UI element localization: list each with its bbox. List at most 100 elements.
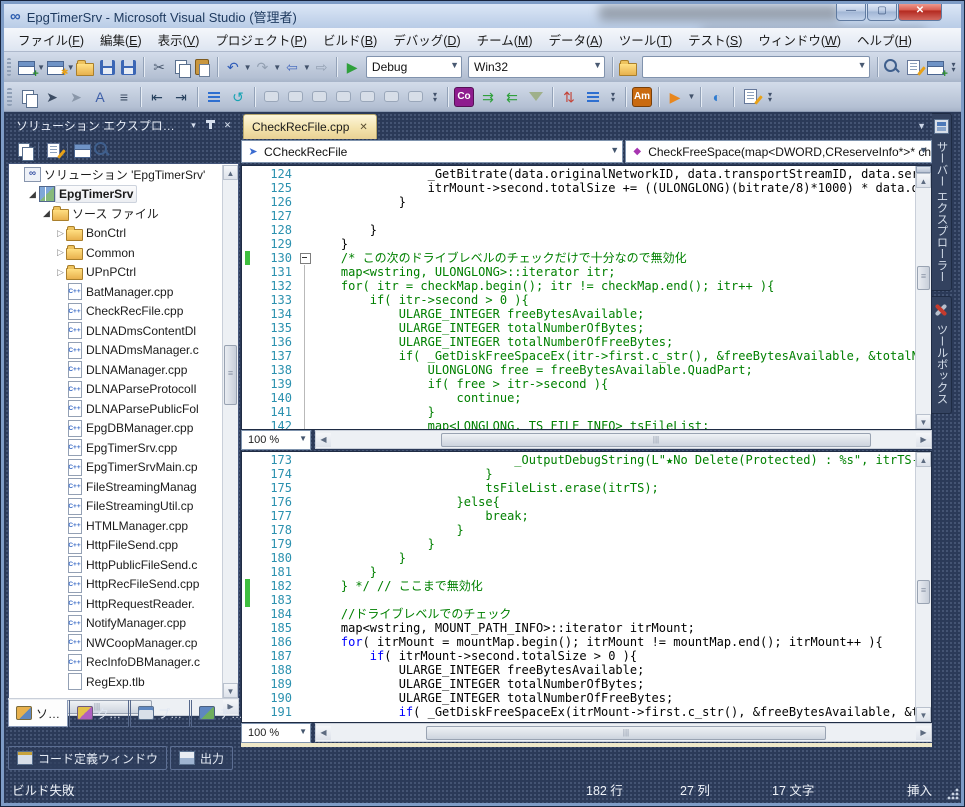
tree-item-nwcoopmanagercp[interactable]: C++NWCoopManager.cp <box>9 633 223 653</box>
breakpoints-icon[interactable]: ⇅ <box>558 86 580 108</box>
document-list-dropdown-icon[interactable]: ▼ <box>917 121 926 131</box>
types-dropdown[interactable]: ➤ CCheckRecFile ▼ <box>241 140 623 163</box>
scroll-down-icon[interactable]: ▼ <box>223 683 238 698</box>
menu-item-w[interactable]: ウィンドウ(W) <box>750 27 849 52</box>
tree-item-epgtimersrvmaincp[interactable]: C++EpgTimerSrvMain.cp <box>9 458 223 478</box>
tree-item-httprequestreader[interactable]: C++HttpRequestReader. <box>9 594 223 614</box>
tree-item-filestreamingutilcp[interactable]: C++FileStreamingUtil.cp <box>9 497 223 517</box>
bookmark-5-icon[interactable] <box>356 86 378 108</box>
code-line[interactable]: 179 } <box>242 537 916 551</box>
paste-icon[interactable] <box>193 56 213 78</box>
coderush-badge[interactable]: Co <box>453 86 475 108</box>
properties-window-icon[interactable] <box>904 56 924 78</box>
code-line[interactable]: 173 _OutputDebugString(L"★No Delete(Prot… <box>242 453 916 467</box>
code-line[interactable]: 127 <box>242 209 916 223</box>
bookmark-3-icon[interactable] <box>308 86 330 108</box>
code-line[interactable]: 130 /* この次のドライブレベルのチェックだけで十分なので無効化 <box>242 251 916 265</box>
select-pointer-icon[interactable]: ➤ <box>41 86 63 108</box>
uncomment-lines-icon[interactable]: ↺ <box>227 86 249 108</box>
step-back-icon[interactable]: ⇇ <box>501 86 523 108</box>
code-pane-bottom-hscrollbar[interactable]: ◀ ▶ <box>315 723 932 742</box>
class-diagram-icon[interactable] <box>92 140 112 160</box>
dropdown-arrow-icon[interactable]: ▼ <box>450 60 459 70</box>
bookmark-7-icon[interactable] <box>404 86 426 108</box>
tree-item-epgtimersrvcpp[interactable]: C++EpgTimerSrv.cpp <box>9 438 223 458</box>
close-button[interactable]: ✕ <box>898 2 942 21</box>
menu-item-b[interactable]: ビルド(B) <box>315 27 385 52</box>
code-pane-bottom[interactable]: 173 _OutputDebugString(L"★No Delete(Prot… <box>241 451 932 723</box>
comment-lines-icon[interactable] <box>203 86 225 108</box>
code-pane-top-scrollbar[interactable]: ▲ ▼ <box>915 166 931 429</box>
menu-item-a[interactable]: データ(A) <box>541 27 611 52</box>
menu-item-d[interactable]: デバッグ(D) <box>385 27 468 52</box>
undo-icon[interactable]: ↶ <box>223 56 243 78</box>
step-into-icon[interactable]: ⇉ <box>477 86 499 108</box>
start-debugging-icon[interactable]: ▶ <box>342 56 362 78</box>
scrollbar-thumb[interactable] <box>224 345 237 405</box>
document-tab-checkrecfile[interactable]: CheckRecFile.cpp ✕ <box>243 114 377 139</box>
dropdown-arrow-icon[interactable]: ▼ <box>858 60 867 70</box>
minimize-button[interactable]: — <box>836 2 866 21</box>
fold-collapse-icon[interactable] <box>300 253 311 264</box>
code-line[interactable]: 180 } <box>242 551 916 565</box>
show-all-files-icon[interactable] <box>43 140 63 160</box>
tree-item-common[interactable]: ▷Common <box>9 243 223 263</box>
tree-item-[interactable]: ◢ソース ファイル <box>9 204 223 224</box>
tool-window-tab-class[interactable]: ク… <box>69 700 129 727</box>
code-line[interactable]: 185 map<wstring, MOUNT_PATH_INFO>::itera… <box>242 621 916 635</box>
menu-item-p[interactable]: プロジェクト(P) <box>207 27 315 52</box>
search-symbol-icon[interactable] <box>882 56 902 78</box>
tree-item-dlnamanagercpp[interactable]: C++DLNAManager.cpp <box>9 360 223 380</box>
run-tests-icon[interactable]: ▶ <box>664 86 686 108</box>
code-line[interactable]: 125 itrMount->second.totalSize += ((ULON… <box>242 181 916 195</box>
properties-icon[interactable] <box>14 140 34 160</box>
amethyst-badge[interactable]: Am <box>631 86 653 108</box>
open-file-icon[interactable] <box>76 56 96 78</box>
scrollbar-thumb[interactable] <box>917 266 930 290</box>
toolbar-overflow-icon[interactable]: ▾▾ <box>429 92 441 102</box>
scroll-up-icon[interactable]: ▲ <box>223 165 238 180</box>
code-line[interactable]: 141 } <box>242 405 916 419</box>
tree-item-recinfodbmanagerc[interactable]: C++RecInfoDBManager.c <box>9 653 223 673</box>
scrollbar-thumb[interactable] <box>426 726 826 740</box>
auto-hide-tab-toolbox[interactable]: ツールボックス <box>932 296 952 414</box>
code-line[interactable]: 181 } <box>242 565 916 579</box>
code-line[interactable]: 189 ULARGE_INTEGER totalNumberOfBytes; <box>242 677 916 691</box>
resize-grip[interactable] <box>946 787 959 800</box>
code-line[interactable]: 137 if( _GetDiskFreeSpaceEx(itr->first.c… <box>242 349 916 363</box>
code-line[interactable]: 129 } <box>242 237 916 251</box>
menu-item-v[interactable]: 表示(V) <box>150 27 208 52</box>
expander-collapsed-icon[interactable]: ▷ <box>55 267 66 278</box>
dropdown-arrow-icon[interactable]: ▼ <box>687 92 696 101</box>
solution-tree-scrollbar[interactable]: ▲ ▼ <box>222 165 238 698</box>
tree-item-filestreamingmanag[interactable]: C++FileStreamingManag <box>9 477 223 497</box>
tree-item-checkrecfilecpp[interactable]: C++CheckRecFile.cpp <box>9 302 223 322</box>
expander-collapsed-icon[interactable]: ▷ <box>55 228 66 239</box>
tree-item-regexptlb[interactable]: RegExp.tlb <box>9 672 223 692</box>
code-line[interactable]: 131 map<wstring, ULONGLONG>::iterator it… <box>242 265 916 279</box>
dropdown-arrow-icon[interactable]: ▼ <box>244 63 252 72</box>
tree-item-upnpctrl[interactable]: ▷UPnPCtrl <box>9 263 223 283</box>
code-line[interactable]: 183 <box>242 593 916 607</box>
code-pane-top-hscrollbar[interactable]: ◀ ▶ <box>315 430 932 449</box>
scroll-left-icon[interactable]: ◀ <box>316 726 331 740</box>
code-line[interactable]: 191 if( _GetDiskFreeSpaceEx(itrMount->fi… <box>242 705 916 719</box>
tool-window-tab-prop[interactable]: プ… <box>130 700 190 727</box>
tree-item-httpfilesendcpp[interactable]: C++HttpFileSend.cpp <box>9 536 223 556</box>
expander-expanded-icon[interactable]: ◢ <box>41 208 52 219</box>
code-line[interactable]: 135 ULARGE_INTEGER totalNumberOfBytes; <box>242 321 916 335</box>
code-line[interactable]: 133 if( itr->second > 0 ){ <box>242 293 916 307</box>
increase-indent-icon[interactable]: ⇥ <box>170 86 192 108</box>
zoom-dropdown-bottom[interactable]: 100 %▼ <box>241 723 311 743</box>
save-all-icon[interactable] <box>119 56 139 78</box>
list-members-icon[interactable] <box>582 86 604 108</box>
close-panel-icon[interactable]: ✕ <box>220 118 235 132</box>
code-line[interactable]: 184 //ドライブレベルでのチェック <box>242 607 916 621</box>
code-line[interactable]: 139 if( free > itr->second ){ <box>242 377 916 391</box>
scroll-up-icon[interactable]: ▲ <box>916 452 931 467</box>
code-line[interactable]: 124 _GetBitrate(data.originalNetworkID, … <box>242 167 916 181</box>
bookmark-4-icon[interactable] <box>332 86 354 108</box>
code-line[interactable]: 132 for( itr = checkMap.begin(); itr != … <box>242 279 916 293</box>
tree-item-dlnaparsepublicfol[interactable]: C++DLNAParsePublicFol <box>9 399 223 419</box>
menu-item-m[interactable]: チーム(M) <box>469 27 541 52</box>
